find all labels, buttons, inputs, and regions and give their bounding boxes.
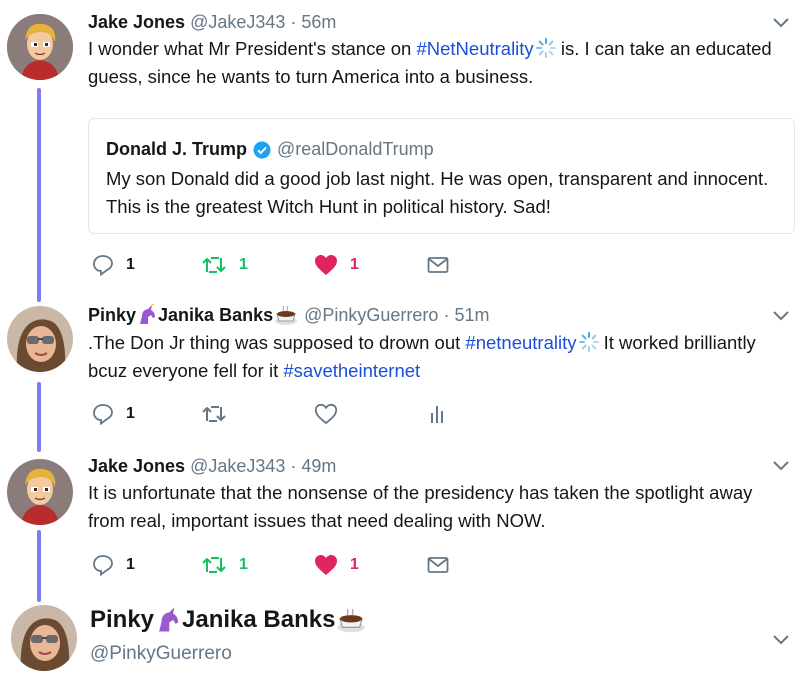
loading-spinner-icon (578, 332, 599, 352)
analytics-icon (431, 406, 443, 423)
chevron-down-icon[interactable] (772, 17, 790, 29)
avatar-pinky-janika-banks[interactable] (11, 605, 77, 671)
retweet-count: 1 (239, 556, 248, 573)
tweet-actions: 1 1 1 (88, 553, 468, 577)
author-handle[interactable]: @JakeJ343 (190, 12, 285, 33)
envelope-icon (427, 557, 449, 573)
like-button[interactable]: 1 (314, 553, 359, 577)
separator-dot: · (290, 12, 297, 32)
tweet-text: .The Don Jr thing was supposed to drown … (88, 329, 793, 385)
reply-icon (93, 404, 113, 425)
retweet-button[interactable] (201, 402, 227, 426)
reply-button[interactable]: 1 (92, 553, 135, 577)
quoted-author-handle[interactable]: @realDonaldTrump (277, 139, 434, 160)
tweet-header: Jake Jones @JakeJ343 · 56m (88, 12, 336, 33)
reply-button[interactable]: 1 (92, 402, 135, 426)
reply-button[interactable]: 1 (92, 253, 135, 277)
heart-icon (314, 403, 338, 425)
retweet-button[interactable]: 1 (201, 553, 248, 577)
retweet-icon (202, 557, 226, 573)
envelope-icon (427, 257, 449, 273)
thread-connector-line (37, 530, 41, 602)
quoted-tweet-header: Donald J. Trump @realDonaldTrump (106, 139, 434, 160)
quoted-author-name[interactable]: Donald J. Trump (106, 139, 247, 160)
retweet-icon (202, 406, 226, 422)
heart-icon (315, 255, 337, 275)
hashtag-link[interactable]: #NetNeutrality (416, 38, 533, 59)
tweet-header: Jake Jones @JakeJ343 · 49m (88, 456, 336, 477)
avatar-pinky-janika-banks[interactable] (7, 306, 73, 372)
avatar-jake-jones[interactable] (7, 14, 73, 80)
retweet-icon (202, 257, 226, 273)
chevron-down-icon[interactable] (772, 460, 790, 472)
tweet-header: Pinky Janika Banks @PinkyGuerrero · 51m (88, 304, 489, 326)
display-name-second: Janika Banks (182, 606, 336, 633)
tweet-actions: 1 1 1 (88, 253, 468, 277)
loading-spinner-icon (535, 38, 556, 58)
chevron-down-icon[interactable] (772, 634, 790, 646)
avatar-jake-jones[interactable] (7, 459, 73, 525)
reply-count: 1 (126, 256, 135, 273)
tweet-timestamp[interactable]: 51m (454, 305, 489, 326)
author-handle[interactable]: @JakeJ343 (190, 456, 285, 477)
profile-handle[interactable]: @PinkyGuerrero (90, 643, 232, 665)
unicorn-emoji (140, 304, 156, 324)
tweet-actions: 1 (88, 402, 468, 426)
like-count: 1 (350, 256, 359, 273)
tweet-text: I wonder what Mr President's stance on #… (88, 35, 793, 91)
author-name[interactable]: Jake Jones (88, 456, 185, 477)
thread-connector-line (37, 382, 41, 452)
analytics-button[interactable] (429, 402, 445, 426)
separator-dot: · (443, 304, 450, 325)
like-button[interactable]: 1 (314, 253, 359, 277)
hashtag-link[interactable]: #netneutrality (465, 332, 576, 353)
quoted-tweet-text: My son Donald did a good job last night.… (106, 168, 769, 217)
reply-count: 1 (126, 405, 135, 422)
display-name-first: Pinky (90, 606, 155, 633)
like-count: 1 (350, 556, 359, 573)
verified-badge-icon (253, 141, 271, 158)
coffee-emoji (337, 608, 365, 633)
author-name-first[interactable]: Pinky (88, 305, 136, 326)
profile-display-name[interactable]: Pinky Janika Banks (90, 606, 367, 634)
tweet-timestamp[interactable]: 56m (301, 12, 336, 33)
author-name[interactable]: Jake Jones (88, 12, 185, 33)
direct-message-button[interactable] (427, 553, 449, 577)
hashtag-link[interactable]: #savetheinternet (283, 360, 420, 381)
thread-connector-line (37, 88, 41, 302)
reply-icon (93, 255, 113, 276)
quoted-tweet-card[interactable]: Donald J. Trump @realDonaldTrump My son … (88, 118, 795, 234)
like-button[interactable] (314, 402, 338, 426)
retweet-count: 1 (239, 256, 248, 273)
author-handle[interactable]: @PinkyGuerrero (304, 305, 438, 326)
separator-dot: · (290, 456, 297, 476)
direct-message-button[interactable] (427, 253, 449, 277)
reply-count: 1 (126, 556, 135, 573)
author-name-second[interactable]: Janika Banks (158, 305, 273, 326)
unicorn-emoji (159, 607, 179, 632)
tweet-text-part: .The Don Jr thing was supposed to drown … (88, 332, 466, 353)
coffee-emoji (275, 305, 298, 325)
tweet-text-part: I wonder what Mr President's stance on (88, 38, 417, 59)
tweet-text: It is unfortunate that the nonsense of t… (88, 482, 753, 531)
heart-icon (315, 555, 337, 575)
tweet-timestamp[interactable]: 49m (301, 456, 336, 477)
retweet-button[interactable]: 1 (201, 253, 248, 277)
chevron-down-icon[interactable] (772, 310, 790, 322)
reply-icon (93, 555, 113, 576)
